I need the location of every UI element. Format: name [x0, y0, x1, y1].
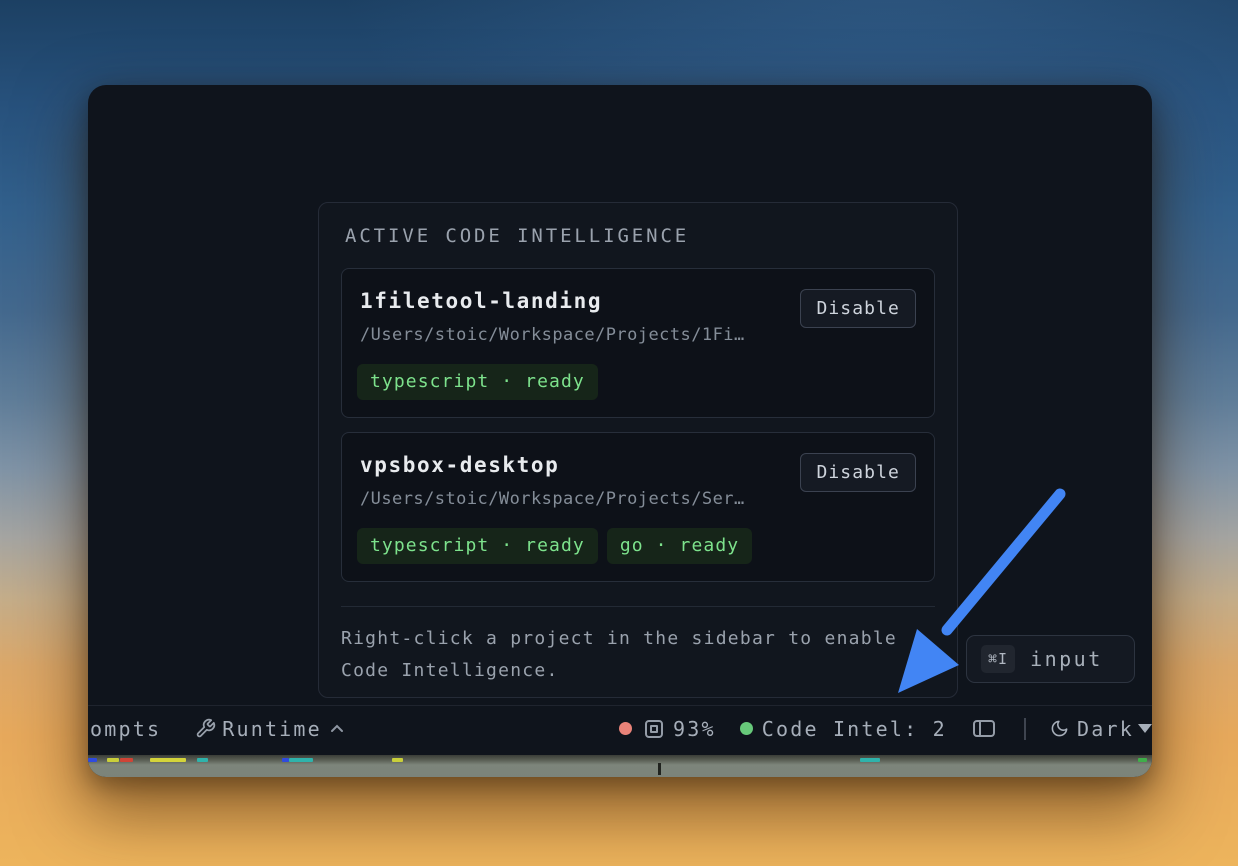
preview-dash: [120, 758, 133, 762]
preview-dash: [88, 758, 97, 762]
cmd-i-keycap: ⌘I: [981, 645, 1016, 673]
language-status-badge: typescript · ready: [357, 528, 598, 564]
preview-dash: [392, 758, 403, 762]
code-intelligence-panel: ACTIVE CODE INTELLIGENCE 1filetool-landi…: [318, 202, 958, 698]
preview-dash: [150, 758, 186, 762]
context-percent[interactable]: 93%: [673, 717, 716, 741]
minimized-preview-strip: [88, 755, 1152, 777]
preview-dash: [282, 758, 289, 762]
preview-dash: [1138, 758, 1147, 762]
preview-dash: [197, 758, 208, 762]
disable-button[interactable]: Disable: [800, 289, 916, 328]
panel-divider: [341, 606, 935, 607]
app-window: ACTIVE CODE INTELLIGENCE 1filetool-landi…: [88, 85, 1152, 777]
runtime-menu[interactable]: Runtime: [222, 717, 322, 741]
wrench-icon: [197, 718, 216, 738]
moon-icon: [1051, 720, 1068, 737]
text-cursor-mark: [658, 763, 661, 775]
panel-title: ACTIVE CODE INTELLIGENCE: [345, 225, 690, 247]
status-left-group: ompts Runtime: [90, 706, 344, 751]
shortcut-label: input: [1030, 647, 1103, 671]
badge-row: typescript · ready: [357, 364, 916, 400]
project-path: /Users/stoic/Workspace/Projects/Ser…: [360, 489, 745, 509]
hint-line-2: Code Intelligence.: [341, 660, 559, 681]
input-shortcut-box[interactable]: ⌘I input: [966, 635, 1135, 683]
project-card: 1filetool-landing Disable /Users/stoic/W…: [341, 268, 935, 418]
badge-row: typescript · ready go · ready: [357, 528, 916, 564]
project-card: vpsbox-desktop Disable /Users/stoic/Work…: [341, 432, 935, 582]
preview-dash: [860, 758, 880, 762]
prompts-truncated-label[interactable]: ompts: [90, 717, 161, 741]
code-intel-counter[interactable]: Code Intel: 2: [762, 717, 947, 741]
hint-text: Right-click a project in the sidebar to …: [341, 623, 935, 687]
recording-dot-icon: [619, 722, 632, 735]
code-intel-status-dot-icon: [739, 722, 753, 735]
language-status-badge: go · ready: [606, 528, 753, 564]
status-bar: ompts Runtime 93% Code Intel: 2 Dark: [88, 705, 1152, 751]
preview-dash: [289, 758, 313, 762]
status-divider: [1024, 717, 1026, 740]
hint-line-1: Right-click a project in the sidebar to …: [341, 628, 897, 649]
sidebar-toggle-icon[interactable]: [972, 720, 995, 737]
language-status-badge: typescript · ready: [357, 364, 598, 400]
theme-selector[interactable]: Dark: [1077, 717, 1134, 741]
status-center-group: 93% Code Intel: 2: [619, 706, 995, 751]
disable-button[interactable]: Disable: [800, 453, 916, 492]
preview-dash: [107, 758, 119, 762]
dropdown-arrow-icon[interactable]: [1137, 724, 1152, 733]
chevron-up-icon[interactable]: [330, 724, 344, 733]
project-path: /Users/stoic/Workspace/Projects/1Fi…: [360, 325, 745, 345]
context-window-icon: [645, 719, 663, 738]
status-right-group: Dark: [1024, 706, 1152, 751]
